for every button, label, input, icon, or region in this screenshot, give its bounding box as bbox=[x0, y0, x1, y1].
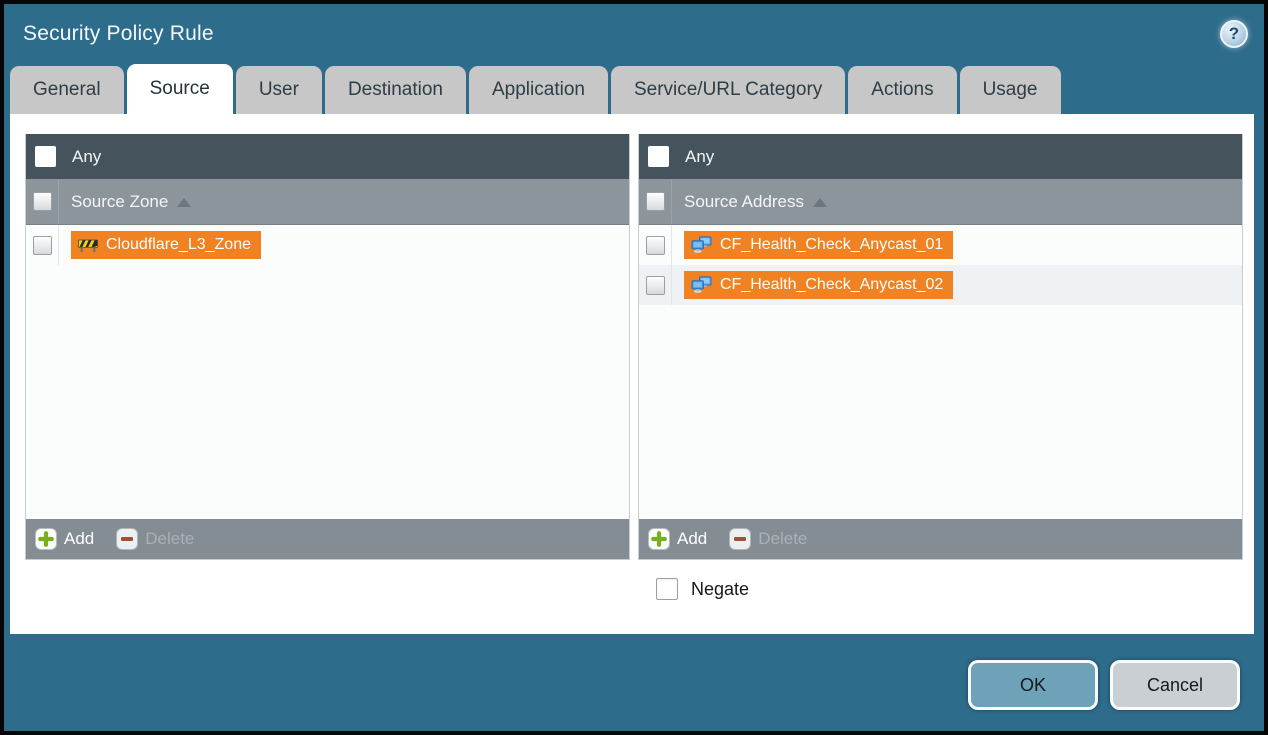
tab-source[interactable]: Source bbox=[127, 64, 233, 114]
address-chip[interactable]: CF_Health_Check_Anycast_01 bbox=[684, 231, 953, 259]
delete-address-button[interactable]: Delete bbox=[729, 528, 807, 550]
tab-user[interactable]: User bbox=[236, 66, 322, 114]
source-zone-toolbar: Add Delete bbox=[26, 519, 629, 559]
source-address-toolbar: Add Delete bbox=[639, 519, 1242, 559]
table-row[interactable]: Cloudflare_L3_Zone bbox=[26, 225, 629, 265]
source-zone-select-all-cell bbox=[26, 179, 59, 224]
negate-row: Negate bbox=[656, 578, 1243, 600]
sort-ascending-icon bbox=[813, 198, 827, 207]
help-icon[interactable]: ? bbox=[1220, 20, 1248, 48]
source-zone-any-label: Any bbox=[72, 147, 101, 167]
address-name: CF_Health_Check_Anycast_01 bbox=[720, 236, 943, 254]
sort-ascending-icon bbox=[177, 198, 191, 207]
source-address-any-label: Any bbox=[685, 147, 714, 167]
source-zone-select-all-checkbox[interactable] bbox=[33, 192, 52, 211]
security-policy-rule-dialog: Security Policy Rule ? General Source Us… bbox=[0, 0, 1268, 735]
negate-label: Negate bbox=[691, 579, 749, 600]
source-zone-list: Cloudflare_L3_Zone bbox=[26, 225, 629, 519]
tab-content-source: Any Source Zone bbox=[10, 114, 1254, 634]
address-icon bbox=[691, 276, 712, 294]
tab-application[interactable]: Application bbox=[469, 66, 608, 114]
source-address-any-header: Any bbox=[639, 134, 1242, 179]
tab-bar: General Source User Destination Applicat… bbox=[4, 64, 1264, 114]
source-zone-any-header: Any bbox=[26, 134, 629, 179]
row-checkbox[interactable] bbox=[646, 236, 665, 255]
delete-icon bbox=[729, 528, 751, 550]
source-zone-column-title: Source Zone bbox=[71, 192, 168, 212]
address-icon bbox=[691, 236, 712, 254]
row-checkbox-cell bbox=[26, 225, 59, 265]
ok-button[interactable]: OK bbox=[968, 660, 1098, 710]
add-icon bbox=[35, 528, 57, 550]
delete-label: Delete bbox=[145, 529, 194, 549]
add-address-button[interactable]: Add bbox=[648, 528, 707, 550]
source-address-any-checkbox[interactable] bbox=[648, 146, 669, 167]
tab-actions[interactable]: Actions bbox=[848, 66, 956, 114]
cancel-button[interactable]: Cancel bbox=[1110, 660, 1240, 710]
add-zone-button[interactable]: Add bbox=[35, 528, 94, 550]
source-address-select-all-cell bbox=[639, 179, 672, 224]
delete-label: Delete bbox=[758, 529, 807, 549]
row-checkbox[interactable] bbox=[33, 236, 52, 255]
address-chip[interactable]: CF_Health_Check_Anycast_02 bbox=[684, 271, 953, 299]
tab-usage[interactable]: Usage bbox=[960, 66, 1061, 114]
row-checkbox[interactable] bbox=[646, 276, 665, 295]
tab-destination[interactable]: Destination bbox=[325, 66, 466, 114]
source-zone-panel: Any Source Zone bbox=[25, 134, 630, 560]
delete-icon bbox=[116, 528, 138, 550]
add-label: Add bbox=[64, 529, 94, 549]
zone-icon bbox=[78, 237, 98, 253]
title-bar: Security Policy Rule ? bbox=[4, 4, 1264, 64]
dialog-title: Security Policy Rule bbox=[23, 22, 214, 46]
source-zone-any-checkbox[interactable] bbox=[35, 146, 56, 167]
zone-chip[interactable]: Cloudflare_L3_Zone bbox=[71, 231, 261, 259]
zone-name: Cloudflare_L3_Zone bbox=[106, 236, 251, 254]
row-checkbox-cell bbox=[639, 225, 672, 265]
screen: Security Policy Rule ? General Source Us… bbox=[0, 0, 1268, 735]
source-address-column-header[interactable]: Source Address bbox=[639, 179, 1242, 225]
row-checkbox-cell bbox=[639, 265, 672, 305]
source-zone-column-header[interactable]: Source Zone bbox=[26, 179, 629, 225]
source-address-column-title: Source Address bbox=[684, 192, 804, 212]
dialog-footer: OK Cancel bbox=[4, 634, 1264, 731]
add-icon bbox=[648, 528, 670, 550]
source-address-panel: Any Source Address bbox=[638, 134, 1243, 560]
add-label: Add bbox=[677, 529, 707, 549]
table-row[interactable]: CF_Health_Check_Anycast_01 bbox=[639, 225, 1242, 265]
tab-service-url-category[interactable]: Service/URL Category bbox=[611, 66, 845, 114]
address-name: CF_Health_Check_Anycast_02 bbox=[720, 276, 943, 294]
tab-general[interactable]: General bbox=[10, 66, 124, 114]
source-address-list: CF_Health_Check_Anycast_01 bbox=[639, 225, 1242, 519]
negate-checkbox[interactable] bbox=[656, 578, 678, 600]
source-address-select-all-checkbox[interactable] bbox=[646, 192, 665, 211]
table-row[interactable]: CF_Health_Check_Anycast_02 bbox=[639, 265, 1242, 305]
source-panels: Any Source Zone bbox=[25, 134, 1243, 560]
delete-zone-button[interactable]: Delete bbox=[116, 528, 194, 550]
